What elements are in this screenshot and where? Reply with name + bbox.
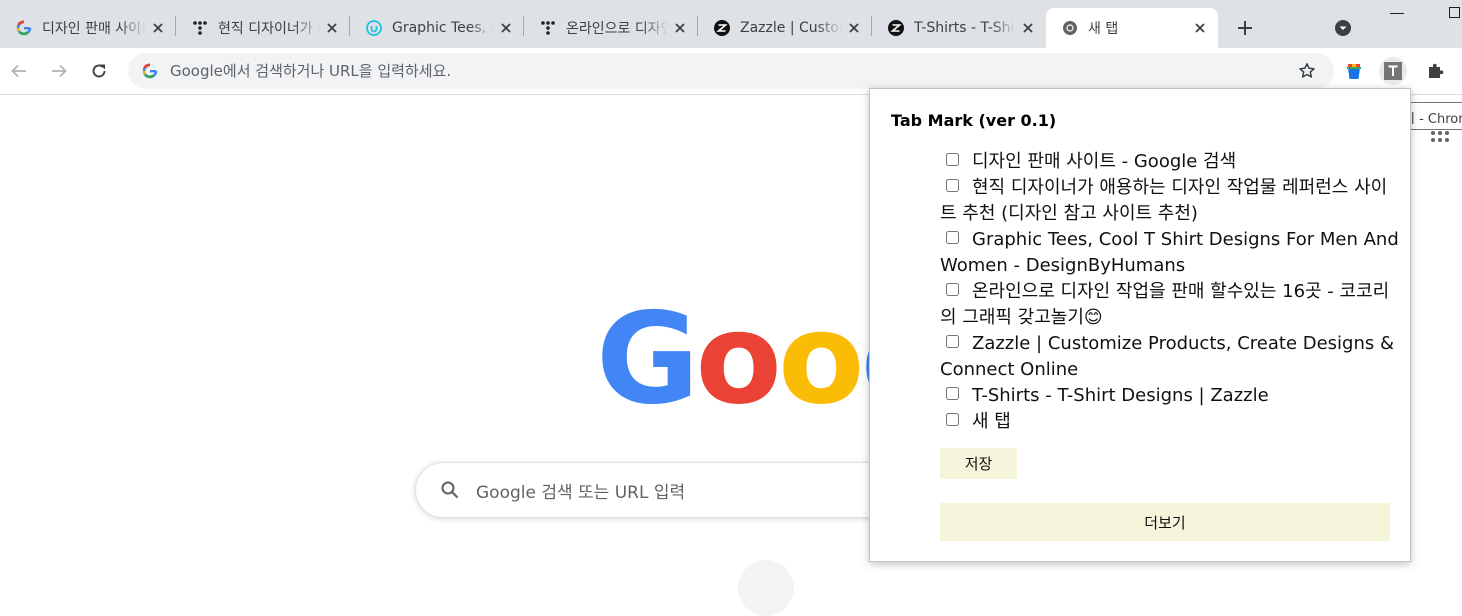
list-item: Zazzle | Customize Products, Create Desi… xyxy=(940,331,1400,383)
close-icon[interactable] xyxy=(324,20,340,36)
tab-checkbox[interactable] xyxy=(946,231,959,244)
close-icon[interactable] xyxy=(672,20,688,36)
tab-title: 현직 디자이너가 애용하는 xyxy=(218,21,320,37)
tab-item-label: Zazzle | Customize Products, Create Desi… xyxy=(940,333,1395,380)
tab-google-search[interactable]: 디자인 판매 사이트 - Google 검색 xyxy=(0,8,176,48)
tab-checkbox[interactable] xyxy=(946,179,959,192)
close-icon[interactable] xyxy=(1192,20,1208,36)
zazzle-icon xyxy=(888,20,904,36)
more-button[interactable]: 더보기 xyxy=(940,503,1390,541)
close-icon[interactable] xyxy=(498,20,514,36)
bookmark-star-icon[interactable] xyxy=(1298,62,1316,80)
save-button[interactable]: 저장 xyxy=(940,448,1017,479)
tab-title: Graphic Tees, Cool T xyxy=(392,20,494,36)
tab-item-label: 새 탭 xyxy=(972,411,1011,432)
omnibox-input[interactable] xyxy=(168,61,1252,81)
extensions-menu-button[interactable] xyxy=(1421,57,1449,85)
tab-title: T-Shirts - T-Shirt xyxy=(914,20,1016,36)
tab-title: 새 탭 xyxy=(1088,21,1119,37)
tab-checklist: 디자인 판매 사이트 - Google 검색 현직 디자이너가 애용하는 디자인… xyxy=(940,149,1400,435)
zazzle-icon xyxy=(714,20,730,36)
tab-item-label: 현직 디자이너가 애용하는 디자인 작업물 레퍼런스 사이트 추천 (디자인 참… xyxy=(940,177,1388,224)
reload-icon xyxy=(92,64,106,78)
logo-letter: o xyxy=(778,285,865,432)
tistory-dots-icon xyxy=(540,20,556,36)
forward-arrow-icon xyxy=(52,64,67,78)
tab-online-design-sales[interactable]: 온라인으로 디자인 xyxy=(524,8,698,48)
tab-checkbox[interactable] xyxy=(946,335,959,348)
list-item: 새 탭 xyxy=(940,409,1400,435)
forward-button[interactable] xyxy=(47,59,71,83)
extension-tab-mark[interactable] xyxy=(1379,57,1407,85)
list-item: 디자인 판매 사이트 - Google 검색 xyxy=(940,149,1400,175)
tab-designbyhumans[interactable]: Graphic Tees, Cool T xyxy=(350,8,524,48)
tistory-dots-icon xyxy=(192,20,208,36)
tab-new-tab[interactable]: 새 탭 xyxy=(1046,8,1218,48)
tab-strip: 디자인 판매 사이트 - Google 검색 현직 디자이너가 애용하는 Gra… xyxy=(0,0,1462,48)
logo-letter: G xyxy=(596,285,699,432)
tab-mark-popup: Tab Mark (ver 0.1) 디자인 판매 사이트 - Google 검… xyxy=(869,88,1411,562)
tab-title: 온라인으로 디자인 xyxy=(566,21,668,37)
tab-search-button[interactable] xyxy=(1333,18,1353,38)
tab-search-icon xyxy=(1335,20,1351,36)
tab-zazzle-tshirts[interactable]: T-Shirts - T-Shirt xyxy=(872,8,1046,48)
list-item: T-Shirts - T-Shirt Designs | Zazzle xyxy=(940,383,1400,409)
minimize-button[interactable] xyxy=(1390,13,1404,14)
list-item: 온라인으로 디자인 작업을 판매 할수있는 16곳 - 코코리의 그래픽 갖고놀… xyxy=(940,279,1400,331)
back-button[interactable] xyxy=(7,59,31,83)
list-item: 현직 디자이너가 애용하는 디자인 작업물 레퍼런스 사이트 추천 (디자인 참… xyxy=(940,175,1400,227)
tab-checkbox[interactable] xyxy=(946,153,959,166)
puzzle-icon xyxy=(1429,63,1444,78)
list-item: Graphic Tees, Cool T Shirt Designs For M… xyxy=(940,227,1400,279)
chrome-icon xyxy=(1062,20,1078,36)
designbyhumans-icon xyxy=(366,20,382,36)
tab-designer-reference[interactable]: 현직 디자이너가 애용하는 xyxy=(176,8,350,48)
maximize-button[interactable] xyxy=(1449,7,1460,18)
reload-button[interactable] xyxy=(87,59,111,83)
popup-title: Tab Mark (ver 0.1) xyxy=(891,111,1057,130)
new-tab-button[interactable] xyxy=(1232,15,1258,41)
tab-title: 디자인 판매 사이트 - Google 검색 xyxy=(42,21,146,37)
tab-item-label: T-Shirts - T-Shirt Designs | Zazzle xyxy=(972,385,1269,406)
omnibox[interactable] xyxy=(128,53,1334,89)
tab-mark-icon xyxy=(1384,62,1402,80)
close-icon[interactable] xyxy=(1020,20,1036,36)
shortcut-tile[interactable] xyxy=(738,560,794,616)
tab-item-label: Graphic Tees, Cool T Shirt Designs For M… xyxy=(940,229,1399,276)
search-icon xyxy=(441,481,459,499)
apps-grid-icon[interactable] xyxy=(1430,130,1450,150)
bucket-icon xyxy=(1347,64,1361,79)
google-g-icon xyxy=(16,20,32,36)
tab-item-label: 디자인 판매 사이트 - Google 검색 xyxy=(972,151,1237,172)
plus-icon xyxy=(1238,21,1252,35)
back-arrow-icon xyxy=(11,64,26,78)
extension-cache-clear[interactable] xyxy=(1340,57,1368,85)
tab-checkbox[interactable] xyxy=(946,283,959,296)
tab-checkbox[interactable] xyxy=(946,413,959,426)
tab-zazzle-customize[interactable]: Zazzle | Customize xyxy=(698,8,872,48)
tab-checkbox[interactable] xyxy=(946,387,959,400)
close-icon[interactable] xyxy=(846,20,862,36)
logo-letter: o xyxy=(695,285,782,432)
google-g-icon xyxy=(142,63,158,79)
tab-title: Zazzle | Customize xyxy=(740,20,842,36)
close-icon[interactable] xyxy=(150,20,166,36)
tab-item-label: 온라인으로 디자인 작업을 판매 할수있는 16곳 - 코코리의 그래픽 갖고놀… xyxy=(940,281,1390,328)
ntp-search-placeholder: Google 검색 또는 URL 입력 xyxy=(476,482,686,503)
